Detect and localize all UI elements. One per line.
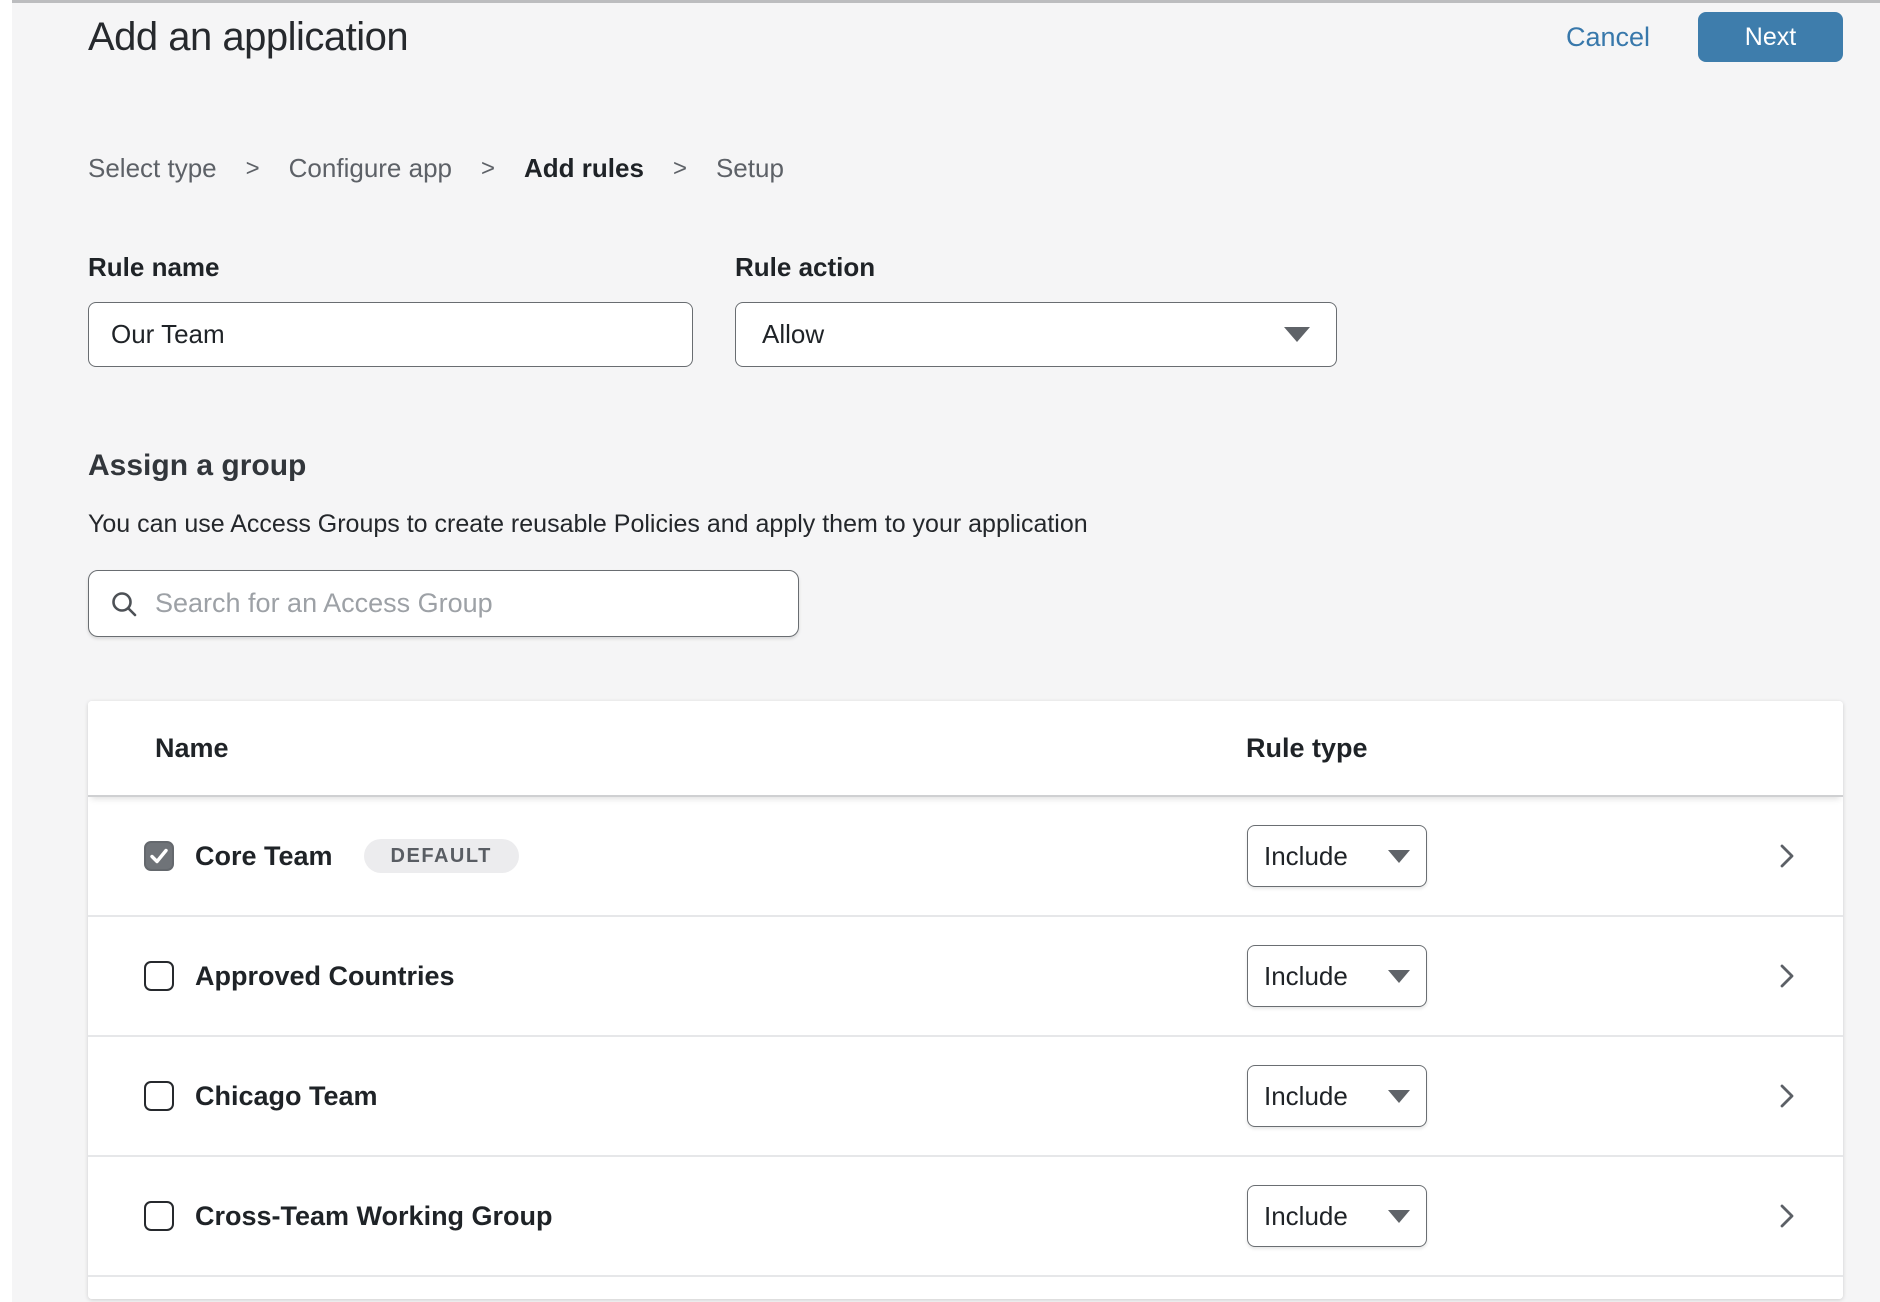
group-name: Chicago Team	[195, 1081, 378, 1112]
search-input[interactable]	[155, 588, 778, 619]
breadcrumb-separator: >	[673, 155, 687, 183]
rule-type-select[interactable]: Include	[1247, 1185, 1427, 1247]
group-name: Approved Countries	[195, 961, 455, 992]
table-row[interactable]: Cross-Team Working Group Include	[88, 1157, 1843, 1277]
rule-name-input[interactable]	[88, 302, 693, 367]
rule-type-select[interactable]: Include	[1247, 1065, 1427, 1127]
row-checkbox[interactable]	[144, 1201, 174, 1231]
table-header: Name Rule type	[88, 701, 1843, 797]
breadcrumb-step[interactable]: Add rules	[524, 153, 644, 184]
next-button[interactable]: Next	[1698, 12, 1843, 62]
breadcrumb-step[interactable]: Configure app	[289, 153, 452, 184]
row-checkbox[interactable]	[144, 1081, 174, 1111]
add-application-panel: Add an application Cancel Next Select ty…	[0, 0, 1880, 1302]
rule-action-field-group: Rule action Allow	[735, 252, 1337, 367]
access-groups-table: Name Rule type Core Team DEFAULT Include…	[88, 701, 1843, 1299]
caret-down-icon	[1388, 1090, 1410, 1103]
chevron-right-icon[interactable]	[1777, 960, 1797, 992]
breadcrumb-separator: >	[246, 155, 260, 183]
rule-action-select[interactable]: Allow	[735, 302, 1337, 367]
rule-type-value: Include	[1264, 1201, 1348, 1232]
table-row[interactable]: Chicago Team Include	[88, 1037, 1843, 1157]
table-row[interactable]: Approved Countries Include	[88, 917, 1843, 1037]
page-title: Add an application	[88, 15, 408, 60]
column-header-rule-type: Rule type	[1246, 733, 1368, 764]
caret-down-icon	[1284, 327, 1310, 342]
search-icon	[109, 589, 139, 619]
rule-action-value: Allow	[762, 319, 824, 350]
rule-form: Rule name Rule action Allow	[88, 252, 1843, 367]
access-group-search[interactable]	[88, 570, 799, 637]
column-header-name: Name	[155, 733, 229, 764]
rule-type-value: Include	[1264, 1081, 1348, 1112]
default-badge: DEFAULT	[364, 839, 519, 873]
group-name: Cross-Team Working Group	[195, 1201, 553, 1232]
rule-type-value: Include	[1264, 841, 1348, 872]
breadcrumb-step[interactable]: Select type	[88, 153, 217, 184]
chevron-right-icon[interactable]	[1777, 840, 1797, 872]
assign-group-heading: Assign a group	[88, 449, 1843, 483]
panel-header: Add an application Cancel Next	[88, 8, 1843, 66]
table-row-partial	[88, 1277, 1843, 1299]
breadcrumb-separator: >	[481, 155, 495, 183]
cancel-button[interactable]: Cancel	[1566, 22, 1650, 53]
breadcrumb: Select type > Configure app > Add rules > Setu…	[88, 153, 1843, 184]
breadcrumb-step[interactable]: Setup	[716, 153, 784, 184]
table-row[interactable]: Core Team DEFAULT Include	[88, 797, 1843, 917]
rule-action-label: Rule action	[735, 252, 1337, 284]
rule-type-select[interactable]: Include	[1247, 945, 1427, 1007]
rule-type-select[interactable]: Include	[1247, 825, 1427, 887]
assign-group-description: You can use Access Groups to create reus…	[88, 510, 1843, 540]
table-body: Core Team DEFAULT Include Approved Count…	[88, 797, 1843, 1277]
rule-name-label: Rule name	[88, 252, 693, 284]
check-icon	[148, 845, 170, 867]
caret-down-icon	[1388, 970, 1410, 983]
header-actions: Cancel Next	[1566, 12, 1843, 62]
chevron-right-icon[interactable]	[1777, 1080, 1797, 1112]
group-name: Core Team	[195, 841, 333, 872]
row-checkbox[interactable]	[144, 841, 174, 871]
rule-name-field-group: Rule name	[88, 252, 693, 367]
caret-down-icon	[1388, 850, 1410, 863]
chevron-right-icon[interactable]	[1777, 1200, 1797, 1232]
caret-down-icon	[1388, 1210, 1410, 1223]
row-checkbox[interactable]	[144, 961, 174, 991]
rule-type-value: Include	[1264, 961, 1348, 992]
